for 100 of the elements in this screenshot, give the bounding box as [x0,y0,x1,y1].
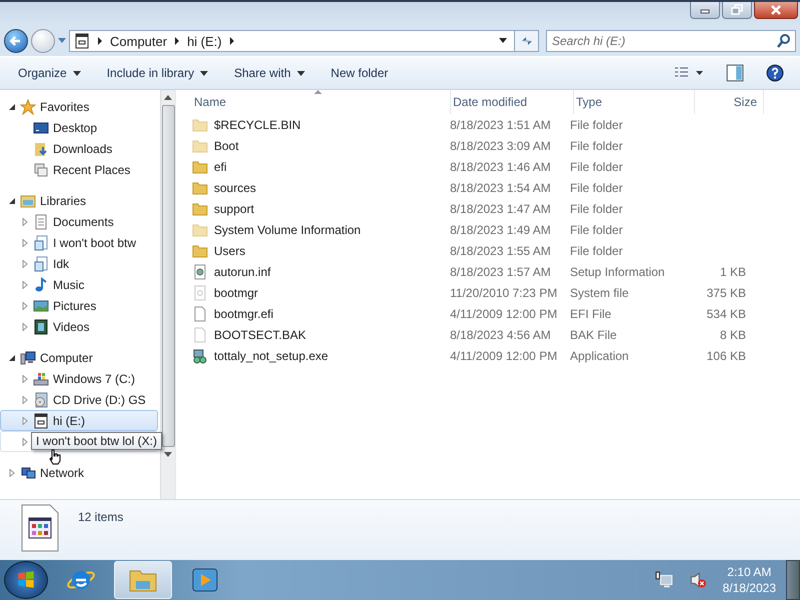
sidebar-item[interactable]: CD Drive (D:) GS [0,389,158,410]
expanded-arrow-icon[interactable] [8,196,16,204]
sidebar-item[interactable]: Music [0,274,158,295]
sidebar-group[interactable]: Libraries [40,194,86,208]
breadcrumb-arrow-icon[interactable] [97,37,103,45]
sidebar-item[interactable]: Desktop [0,117,158,138]
search-field[interactable]: Search hi (E:) [546,30,796,52]
sidebar-item[interactable]: I won't boot btw [0,232,158,253]
breadcrumb-item[interactable]: Computer [110,34,168,48]
collapsed-arrow-icon[interactable] [21,416,29,424]
taskbar-button[interactable] [114,561,172,599]
scroll-up-arrow-icon[interactable] [164,95,172,100]
restore-button[interactable] [722,2,752,19]
expanded-arrow-icon[interactable] [8,354,16,362]
preview-pane-icon [726,64,744,82]
sidebar-item[interactable]: Documents [0,211,158,232]
collapsed-arrow-icon[interactable] [21,260,29,268]
collapsed-arrow-icon[interactable] [8,468,16,476]
library-folder-icon [20,192,36,208]
file-name[interactable]: Users [214,244,246,258]
disc-drive-icon [33,392,49,408]
toolbar-button[interactable]: Share with [224,62,315,84]
caret-icon [296,70,305,76]
file-name[interactable]: System Volume Information [214,222,361,236]
sidebar-group[interactable]: Computer [40,350,93,364]
toolbar-button[interactable]: New folder [320,62,398,84]
file-name[interactable]: Boot [214,138,239,152]
hard-drive-icon [33,370,49,386]
application-file-icon [20,504,60,552]
collapsed-arrow-icon[interactable] [21,280,29,288]
scrollbar[interactable] [160,90,175,499]
date-modified: 8/18/2023 1:54 AM [449,180,551,194]
column-header[interactable]: Type [574,90,695,114]
breadcrumb-arrow-icon[interactable] [228,37,235,45]
file-name[interactable]: tottaly_not_setup.exe [214,348,328,362]
search-icon[interactable] [776,33,792,49]
file-name[interactable]: $RECYCLE.BIN [214,118,301,132]
history-dropdown-icon[interactable] [58,38,66,44]
film-icon [33,318,49,334]
column-header[interactable]: Size [695,90,764,114]
music-note-icon [33,276,49,292]
start-button[interactable] [4,561,48,599]
sort-arrow-icon [314,90,322,94]
sidebar-item[interactable]: Videos [0,316,158,337]
show-desktop-button[interactable] [786,560,800,600]
folder-arrow-icon [33,140,49,156]
collapsed-arrow-icon[interactable] [21,396,29,404]
close-button[interactable] [754,2,798,19]
file-type: File folder [569,118,623,132]
back-button[interactable] [4,29,28,53]
file-type: BAK File [569,328,617,342]
date-modified: 11/20/2010 7:23 PM [449,286,558,300]
network-icon[interactable] [654,571,673,589]
address-bar[interactable]: Computer hi (E:) [69,30,539,52]
file-name[interactable]: support [214,202,254,216]
toolbar-button[interactable]: Include in library [96,62,218,84]
caret-icon [200,70,208,76]
sidebar-item[interactable]: Idk [0,253,158,274]
expanded-arrow-icon[interactable] [8,102,16,110]
minimize-button[interactable] [690,2,720,19]
toolbar-button[interactable]: Organize [8,62,91,84]
date-modified: 8/18/2023 3:09 AM [449,138,551,152]
hand-cursor-icon [49,449,61,465]
collapsed-arrow-icon[interactable] [21,218,29,226]
breadcrumb-arrow-icon[interactable] [174,37,180,45]
scrollbar-thumb[interactable] [162,105,174,447]
scroll-down-arrow-icon[interactable] [164,452,172,457]
column-header[interactable]: Date modified [451,90,574,114]
dropdown-caret-icon[interactable] [499,38,507,44]
sidebar-item[interactable]: Recent Places [0,159,158,180]
refresh-button[interactable] [514,31,538,51]
file-name[interactable]: efi [214,160,227,174]
collapsed-arrow-icon[interactable] [21,238,29,246]
computer-icon [20,350,36,366]
sidebar-group[interactable]: Network [40,466,84,480]
file-type: File folder [569,202,623,216]
muted-speaker-icon[interactable] [688,571,707,589]
file-size: 375 KB [706,286,746,300]
help-icon [766,64,784,82]
breadcrumb-item[interactable]: hi (E:) [187,34,222,48]
sidebar-item[interactable]: Windows 7 (C:) [0,368,158,389]
collapsed-arrow-icon[interactable] [21,374,29,382]
sidebar-item[interactable]: Pictures [0,295,158,316]
collapsed-arrow-icon[interactable] [21,438,29,446]
file-name[interactable]: BOOTSECT.BAK [214,328,306,342]
file-name[interactable]: bootmgr.efi [214,306,274,320]
collapsed-arrow-icon[interactable] [21,302,29,310]
date-modified: 8/18/2023 1:51 AM [449,118,551,132]
file-name[interactable]: autorun.inf [214,264,271,278]
sidebar-group[interactable]: Favorites [40,100,90,114]
star-icon [20,98,36,114]
file-name[interactable]: bootmgr [214,286,258,300]
date-modified: 8/18/2023 4:56 AM [449,328,551,342]
file-type: File folder [569,244,623,258]
date-modified: 8/18/2023 1:46 AM [449,160,551,174]
file-name[interactable]: sources [214,180,256,194]
collapsed-arrow-icon[interactable] [21,322,29,330]
file-type: System file [569,286,629,300]
sidebar-item[interactable]: hi (E:) [0,410,158,431]
sidebar-item[interactable]: Downloads [0,138,158,159]
